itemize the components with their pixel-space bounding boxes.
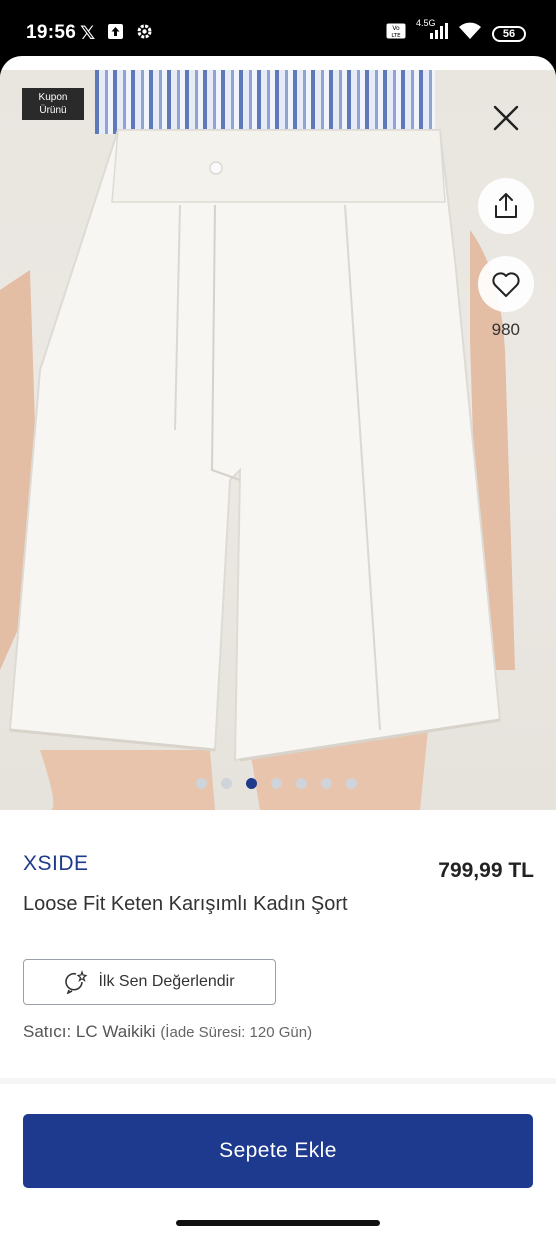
coupon-badge: Kupon Ürünü: [22, 88, 84, 120]
status-time: 19:56: [26, 22, 77, 43]
product-price: 799,99 TL: [438, 859, 534, 882]
svg-text:Vo: Vo: [392, 25, 400, 32]
product-sheet: Kupon Ürünü 980 XSIDE 799,99 TL Loose Fi…: [0, 56, 556, 1235]
product-image-carousel[interactable]: Kupon Ürünü 980: [0, 70, 556, 810]
carousel-dot[interactable]: [271, 778, 282, 789]
favorite-button[interactable]: [478, 256, 534, 312]
product-photo: [0, 129, 515, 810]
add-to-cart-button[interactable]: Sepete Ekle: [23, 1114, 533, 1188]
settings-icon: [136, 23, 153, 45]
carousel-dot[interactable]: [196, 778, 207, 789]
carousel-dot[interactable]: [221, 778, 232, 789]
carousel-dot-active[interactable]: [246, 778, 257, 789]
seller-prefix: Satıcı:: [23, 1022, 76, 1041]
wifi-icon: [458, 22, 482, 45]
home-indicator[interactable]: [176, 1220, 380, 1226]
signal-icon: 4.5G: [416, 18, 448, 45]
battery-icon: 56: [492, 25, 526, 42]
x-app-icon: 𝕏: [80, 23, 96, 44]
section-divider: [0, 1078, 556, 1084]
favorite-count: 980: [491, 320, 520, 339]
carousel-indicator: [196, 778, 357, 789]
close-button[interactable]: [486, 98, 526, 138]
brand-link[interactable]: XSIDE: [23, 852, 89, 876]
seller-info: Satıcı: LC Waikiki (İade Süresi: 120 Gün…: [23, 1022, 312, 1042]
review-star-icon: [65, 970, 88, 994]
volte-icon: Vo LTE: [386, 23, 406, 44]
svg-text:LTE: LTE: [391, 33, 401, 39]
status-bar: 19:56 𝕏 Vo LTE 4.5G 56: [0, 0, 556, 58]
seller-name[interactable]: LC Waikiki: [76, 1022, 156, 1041]
close-icon: [493, 105, 519, 131]
carousel-dot[interactable]: [296, 778, 307, 789]
upload-notification-icon: [107, 23, 124, 45]
write-review-label: İlk Sen Değerlendir: [98, 973, 235, 990]
carousel-dot[interactable]: [321, 778, 332, 789]
heart-icon: [492, 271, 520, 297]
carousel-dot[interactable]: [346, 778, 357, 789]
write-review-button[interactable]: İlk Sen Değerlendir: [23, 959, 276, 1005]
product-title: Loose Fit Keten Karışımlı Kadın Şort: [23, 893, 348, 915]
return-period: (İade Süresi: 120 Gün): [160, 1024, 313, 1041]
share-button[interactable]: [478, 178, 534, 234]
share-icon: [495, 193, 517, 218]
